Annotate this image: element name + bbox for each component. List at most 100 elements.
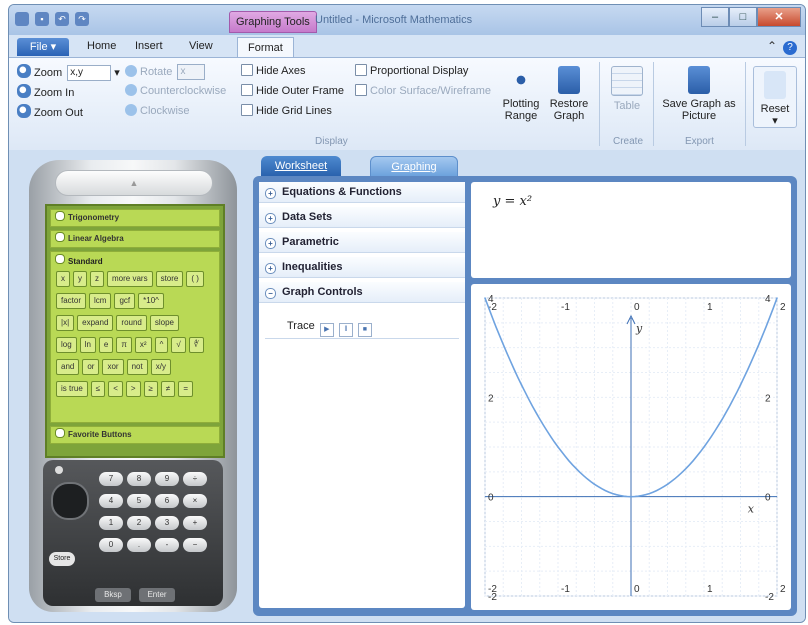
- plotting-range-button[interactable]: Plotting Range: [499, 66, 543, 122]
- calc-key[interactable]: x²: [134, 337, 152, 353]
- keypad-key[interactable]: -: [155, 538, 179, 552]
- clockwise-button[interactable]: Clockwise: [125, 104, 190, 117]
- keypad-key[interactable]: 3: [155, 516, 179, 530]
- keypad-key[interactable]: 2: [127, 516, 151, 530]
- calc-key[interactable]: is true: [56, 381, 88, 397]
- keypad-key[interactable]: .: [127, 538, 151, 552]
- calc-key[interactable]: ≤: [90, 381, 106, 397]
- save-icon[interactable]: ▪: [35, 12, 49, 26]
- accordion-graph-controls[interactable]: − Graph Controls: [259, 282, 465, 303]
- tab-worksheet[interactable]: Worksheet: [261, 156, 341, 176]
- calc-key[interactable]: or: [82, 359, 100, 375]
- calc-key[interactable]: ln: [79, 337, 96, 353]
- calc-key[interactable]: ^: [154, 337, 169, 353]
- calc-key[interactable]: slope: [149, 315, 179, 331]
- calc-key[interactable]: ( ): [186, 271, 204, 287]
- zoom-out-button[interactable]: Zoom Out: [17, 104, 83, 119]
- maximize-button[interactable]: □: [729, 7, 757, 27]
- counterclockwise-button[interactable]: Counterclockwise: [125, 84, 226, 97]
- calc-key[interactable]: store: [155, 271, 184, 287]
- restore-graph-button[interactable]: Restore Graph: [547, 66, 591, 122]
- save-graph-button[interactable]: Save Graph as Picture: [659, 66, 739, 122]
- calc-key[interactable]: x/y: [150, 359, 171, 375]
- table-button[interactable]: Table: [607, 66, 647, 112]
- calc-key[interactable]: >: [125, 381, 141, 397]
- zoom-axis-select[interactable]: x,y: [67, 65, 112, 82]
- trace-pause-icon[interactable]: ‖: [338, 323, 353, 337]
- reset-button[interactable]: Reset ▾: [753, 66, 797, 128]
- calc-key[interactable]: √: [171, 337, 186, 353]
- keypad-key[interactable]: 8: [127, 472, 151, 486]
- collapse-ribbon-icon[interactable]: ⌃: [767, 39, 777, 53]
- tab-format[interactable]: Format: [237, 37, 294, 58]
- calc-key[interactable]: log: [56, 337, 77, 353]
- tab-graphing[interactable]: Graphing: [370, 156, 458, 178]
- accordion-inequalities[interactable]: + Inequalities: [259, 257, 465, 278]
- minimize-button[interactable]: –: [701, 7, 729, 27]
- calc-key[interactable]: π: [116, 337, 132, 353]
- keypad-key[interactable]: +: [183, 516, 207, 530]
- hide-outer-frame-checkbox[interactable]: Hide Outer Frame: [241, 84, 344, 97]
- tab-home[interactable]: Home: [87, 40, 116, 52]
- zoom-in-button[interactable]: Zoom In: [17, 84, 74, 99]
- accordion-data-sets[interactable]: + Data Sets: [259, 207, 465, 228]
- calc-key[interactable]: |x|: [56, 315, 75, 331]
- calc-key[interactable]: y: [73, 271, 87, 287]
- trace-play-icon[interactable]: ▶: [319, 323, 334, 337]
- calc-key[interactable]: factor: [56, 293, 87, 309]
- rotate-axis-select[interactable]: x: [177, 64, 206, 80]
- keypad-key[interactable]: 1: [99, 516, 123, 530]
- section-standard-title[interactable]: Standard: [51, 252, 219, 268]
- keypad-key[interactable]: 6: [155, 494, 179, 508]
- calc-key[interactable]: e: [98, 337, 114, 353]
- calc-key[interactable]: and: [56, 359, 80, 375]
- enter-key[interactable]: Enter: [139, 588, 175, 602]
- calc-key[interactable]: z: [90, 271, 104, 287]
- calc-key[interactable]: x: [56, 271, 70, 287]
- keypad-key[interactable]: ×: [183, 494, 207, 508]
- store-key[interactable]: Store: [49, 552, 75, 566]
- trace-stop-icon[interactable]: ■: [357, 323, 372, 337]
- section-favorite-buttons[interactable]: Favorite Buttons: [50, 426, 220, 444]
- calc-key[interactable]: *10^: [138, 293, 164, 309]
- keypad-key[interactable]: 9: [155, 472, 179, 486]
- calc-key[interactable]: =: [178, 381, 193, 397]
- calc-key[interactable]: lcm: [89, 293, 112, 309]
- tab-view[interactable]: View: [189, 40, 213, 52]
- calc-key[interactable]: xor: [102, 359, 124, 375]
- accordion-equations-functions[interactable]: + Equations & Functions: [259, 182, 465, 203]
- undo-icon[interactable]: ↶: [55, 12, 69, 26]
- keypad-key[interactable]: 0: [99, 538, 123, 552]
- graph-canvas[interactable]: -2-2-1-1001122-2 -20 02 24 4xy: [471, 284, 791, 610]
- proportional-display-checkbox[interactable]: Proportional Display: [355, 64, 468, 77]
- accordion-parametric[interactable]: + Parametric: [259, 232, 465, 253]
- keypad-key[interactable]: 5: [127, 494, 151, 508]
- file-tab[interactable]: File ▾: [17, 38, 69, 56]
- section-trigonometry[interactable]: Trigonometry: [50, 209, 220, 227]
- keypad-key[interactable]: 4: [99, 494, 123, 508]
- graph-view[interactable]: -2 -2 -1 -1 0 0 1 1 2 2 -2 -2 0 0 2 2 4 4 x y: [471, 284, 791, 610]
- section-linear-algebra[interactable]: Linear Algebra: [50, 230, 220, 248]
- calc-key[interactable]: gcf: [114, 293, 136, 309]
- color-surface-checkbox[interactable]: Color Surface/Wireframe: [355, 84, 491, 97]
- redo-icon[interactable]: ↷: [75, 12, 89, 26]
- calc-key[interactable]: more vars: [107, 271, 153, 287]
- help-icon[interactable]: ?: [783, 41, 797, 55]
- keypad-key[interactable]: −: [183, 538, 207, 552]
- calc-key[interactable]: not: [126, 359, 148, 375]
- keypad-key[interactable]: 7: [99, 472, 123, 486]
- keypad-key[interactable]: ÷: [183, 472, 207, 486]
- direction-pad[interactable]: [51, 482, 89, 520]
- hide-axes-checkbox[interactable]: Hide Axes: [241, 64, 306, 77]
- calc-key[interactable]: ∜: [188, 337, 204, 353]
- calc-key[interactable]: round: [116, 315, 147, 331]
- calc-key[interactable]: expand: [77, 315, 114, 331]
- hide-grid-lines-checkbox[interactable]: Hide Grid Lines: [241, 104, 332, 117]
- calculator-collapse-handle[interactable]: ▲: [55, 170, 213, 196]
- calc-key[interactable]: ≥: [143, 381, 158, 397]
- backspace-key[interactable]: Bksp: [95, 588, 131, 602]
- equation-entry[interactable]: y = x²: [493, 194, 532, 209]
- calc-key[interactable]: <: [108, 381, 123, 397]
- tab-insert[interactable]: Insert: [135, 40, 163, 52]
- close-button[interactable]: ✕: [757, 7, 801, 27]
